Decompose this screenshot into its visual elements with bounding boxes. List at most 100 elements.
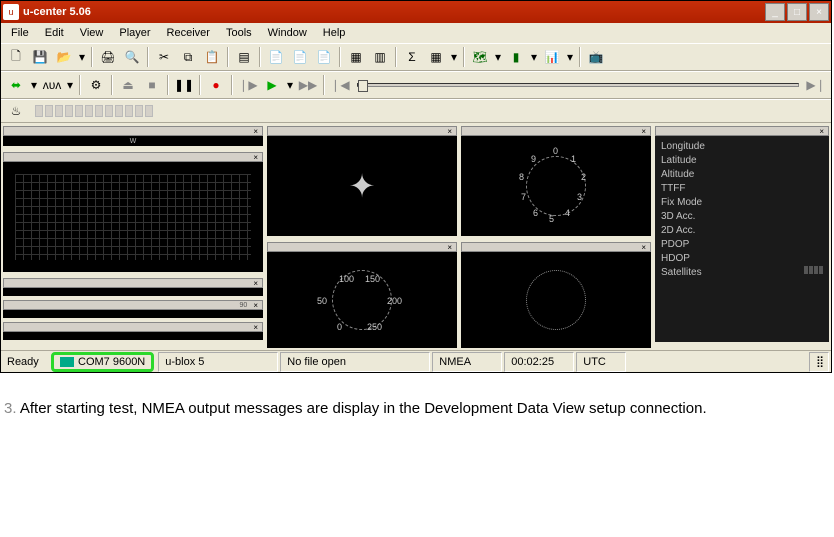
- panel-close-icon[interactable]: ×: [639, 243, 648, 252]
- fast-forward-icon[interactable]: ▶▶: [297, 74, 319, 96]
- chart-view-icon[interactable]: ▮: [505, 46, 527, 68]
- dropdown-icon[interactable]: ▾: [77, 46, 87, 68]
- panel-header: ×: [267, 242, 457, 252]
- app-icon: u: [3, 4, 19, 20]
- led-indicator: [135, 105, 143, 117]
- panel-header: 90×: [3, 300, 263, 310]
- tick-label: 9: [531, 154, 536, 164]
- map-view-icon[interactable]: 🗺: [469, 46, 491, 68]
- docking-window2-icon[interactable]: ▥: [369, 46, 391, 68]
- statusbar: Ready COM7 9600N u-blox 5 No file open N…: [1, 350, 831, 372]
- compass-panel: ✦: [267, 136, 457, 236]
- tick-label: 3: [577, 192, 582, 202]
- panel-close-icon[interactable]: ×: [639, 127, 648, 136]
- maximize-button[interactable]: □: [787, 3, 807, 21]
- dropdown6-icon[interactable]: ▾: [29, 74, 39, 96]
- satellite-bars-icon: [804, 266, 823, 280]
- print-icon[interactable]: 🖨: [97, 46, 119, 68]
- binary-console-icon[interactable]: 📄: [289, 46, 311, 68]
- tick-label: 250: [367, 322, 382, 332]
- hotstart-icon[interactable]: ♨: [5, 100, 27, 122]
- tick-label: 100: [339, 274, 354, 284]
- text-console-icon[interactable]: ▤: [233, 46, 255, 68]
- info-label: Longitude: [661, 140, 705, 154]
- dropdown4-icon[interactable]: ▾: [529, 46, 539, 68]
- menu-edit[interactable]: Edit: [39, 25, 70, 41]
- open-icon[interactable]: 📂: [53, 46, 75, 68]
- satellite-sky-panel: [3, 162, 263, 272]
- tick-label: 2: [581, 172, 586, 182]
- led-indicator: [55, 105, 63, 117]
- histogram-view-icon[interactable]: 📊: [541, 46, 563, 68]
- menu-view[interactable]: View: [74, 25, 110, 41]
- pause-icon[interactable]: ❚❚: [173, 74, 195, 96]
- info-row: HDOP: [661, 252, 823, 266]
- compass-rose-icon: ✦: [349, 167, 376, 205]
- dropdown2-icon[interactable]: ▾: [449, 46, 459, 68]
- toolbar-extra: ♨: [1, 99, 831, 123]
- panel-close-icon[interactable]: ×: [445, 243, 454, 252]
- led-indicator: [65, 105, 73, 117]
- poll-icon[interactable]: ⚙: [85, 74, 107, 96]
- slider-thumb-icon[interactable]: [358, 80, 368, 92]
- save-icon[interactable]: 💾: [29, 46, 51, 68]
- info-label: Satellites: [661, 266, 702, 280]
- panel-close-icon[interactable]: ×: [251, 323, 260, 332]
- stop-icon[interactable]: ■: [141, 74, 163, 96]
- menu-window[interactable]: Window: [262, 25, 313, 41]
- camera-view-icon[interactable]: 📺: [585, 46, 607, 68]
- altimeter-dial-icon: [526, 270, 586, 330]
- menu-receiver[interactable]: Receiver: [161, 25, 216, 41]
- info-row: Fix Mode: [661, 196, 823, 210]
- eject-icon[interactable]: ⏏: [117, 74, 139, 96]
- panel-close-icon[interactable]: ×: [445, 127, 454, 136]
- play-icon[interactable]: ▶: [261, 74, 283, 96]
- tick-label: 7: [521, 192, 526, 202]
- dropdown7-icon[interactable]: ▾: [65, 74, 75, 96]
- panel-close-icon[interactable]: ×: [817, 127, 826, 136]
- status-timezone: UTC: [576, 352, 626, 372]
- dropdown8-icon[interactable]: ▾: [285, 74, 295, 96]
- messages-view-icon[interactable]: 📄: [313, 46, 335, 68]
- docking-area: × w × × 90× × × ✦: [1, 123, 831, 350]
- new-icon[interactable]: 🗋: [5, 46, 27, 68]
- info-row: Longitude: [661, 140, 823, 154]
- panel-close-icon[interactable]: ×: [251, 127, 260, 136]
- window-title: u-center 5.06: [23, 6, 765, 18]
- panel-close-icon[interactable]: ×: [251, 153, 260, 162]
- menu-help[interactable]: Help: [317, 25, 352, 41]
- skip-end-icon[interactable]: ▶❘: [805, 74, 827, 96]
- dropdown3-icon[interactable]: ▾: [493, 46, 503, 68]
- panel-close-icon[interactable]: ×: [251, 279, 260, 288]
- skip-start-icon[interactable]: ❘◀: [329, 74, 351, 96]
- close-button[interactable]: ×: [809, 3, 829, 21]
- tick-label: 50: [317, 296, 327, 306]
- info-label: HDOP: [661, 252, 690, 266]
- menu-player[interactable]: Player: [113, 25, 156, 41]
- menu-file[interactable]: File: [5, 25, 35, 41]
- menubar: File Edit View Player Receiver Tools Win…: [1, 23, 831, 43]
- record-icon[interactable]: ●: [205, 74, 227, 96]
- resize-grip-icon[interactable]: ⣿: [809, 352, 829, 372]
- docking-window1-icon[interactable]: ▦: [345, 46, 367, 68]
- tick-label: 150: [365, 274, 380, 284]
- table-view-icon[interactable]: ▦: [425, 46, 447, 68]
- progress-slider[interactable]: [357, 83, 799, 87]
- statistic-view-icon[interactable]: Σ: [401, 46, 423, 68]
- step-icon[interactable]: ❘▶: [237, 74, 259, 96]
- copy-icon[interactable]: ⧉: [177, 46, 199, 68]
- status-time: 00:02:25: [504, 352, 574, 372]
- baudrate-icon[interactable]: ʌᴜʌ: [41, 74, 63, 96]
- connect-icon[interactable]: ⬌: [5, 74, 27, 96]
- paste-icon[interactable]: 📋: [201, 46, 223, 68]
- print-preview-icon[interactable]: 🔍: [121, 46, 143, 68]
- led-indicator: [145, 105, 153, 117]
- panel-close-icon[interactable]: ×: [251, 301, 260, 310]
- cut-icon[interactable]: ✂: [153, 46, 175, 68]
- dropdown5-icon[interactable]: ▾: [565, 46, 575, 68]
- toolbar-player: ⬌ ▾ ʌᴜʌ ▾ ⚙ ⏏ ■ ❚❚ ● ❘▶ ▶ ▾ ▶▶ ❘◀ ▶❘: [1, 71, 831, 99]
- packet-console-icon[interactable]: 📄: [265, 46, 287, 68]
- minimize-button[interactable]: _: [765, 3, 785, 21]
- menu-tools[interactable]: Tools: [220, 25, 258, 41]
- led-indicator: [35, 105, 43, 117]
